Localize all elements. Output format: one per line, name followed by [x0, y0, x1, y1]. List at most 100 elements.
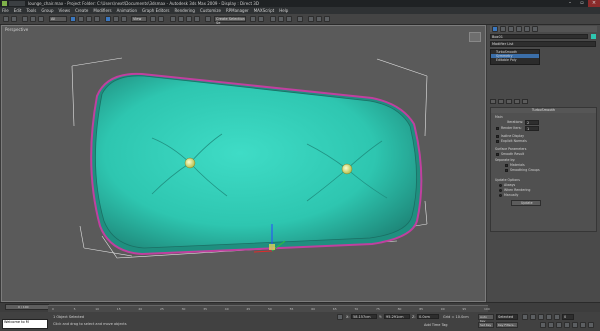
object-name-field[interactable]: Box01	[490, 34, 588, 39]
reference-coordinate-dropdown[interactable]: View	[131, 16, 147, 22]
smooth-result-checkbox[interactable]	[496, 153, 499, 156]
window-crossing-icon[interactable]	[94, 16, 100, 22]
play-icon[interactable]	[538, 314, 544, 320]
materials-checkbox[interactable]	[505, 164, 508, 167]
edit-named-selection-icon[interactable]	[205, 16, 211, 22]
manually-radio[interactable]	[499, 194, 502, 197]
motion-tab-icon[interactable]	[516, 26, 522, 32]
schematic-view-icon[interactable]	[286, 16, 292, 22]
maximize-viewport-icon[interactable]	[588, 322, 594, 328]
menu-modifiers[interactable]: Modifiers	[93, 8, 111, 13]
iterations-spinner[interactable]: 2	[525, 120, 539, 125]
unlink-icon[interactable]	[30, 16, 36, 22]
z-coordinate-field[interactable]: 0.0cm	[417, 314, 439, 319]
display-tab-icon[interactable]	[524, 26, 530, 32]
configure-modifier-sets-button[interactable]	[522, 99, 528, 104]
show-end-result-button[interactable]	[498, 99, 504, 104]
utilities-tab-icon[interactable]	[532, 26, 538, 32]
menu-file[interactable]: File	[2, 8, 9, 13]
manipulate-icon[interactable]	[158, 16, 164, 22]
maximize-icon[interactable]: ▫	[576, 0, 588, 7]
object-color-swatch[interactable]	[591, 34, 596, 39]
go-to-start-icon[interactable]	[522, 314, 528, 320]
select-object-icon[interactable]	[70, 16, 76, 22]
select-by-name-icon[interactable]	[78, 16, 84, 22]
select-and-scale-icon[interactable]	[121, 16, 127, 22]
render-iters-checkbox[interactable]	[496, 127, 499, 130]
menu-rpmanager[interactable]: RPManager	[226, 8, 249, 13]
update-button[interactable]: Update	[511, 200, 541, 206]
current-frame-field[interactable]: 0	[562, 314, 574, 320]
tuft-button-right[interactable]	[341, 163, 353, 175]
hierarchy-tab-icon[interactable]	[508, 26, 514, 32]
menu-help[interactable]: Help	[279, 8, 288, 13]
selection-filter-dropdown[interactable]: All	[49, 16, 67, 22]
minimize-icon[interactable]: –	[564, 0, 576, 7]
always-radio[interactable]	[499, 184, 502, 187]
menu-animation[interactable]: Animation	[117, 8, 137, 13]
named-selection-dropdown[interactable]: Create Selection Se	[214, 16, 246, 25]
menu-customize[interactable]: Customize	[200, 8, 221, 13]
redo-icon[interactable]	[11, 16, 17, 22]
menu-edit[interactable]: Edit	[14, 8, 22, 13]
smoothing-groups-checkbox[interactable]	[505, 169, 508, 172]
when-rendering-radio[interactable]	[499, 189, 502, 192]
menu-group[interactable]: Group	[41, 8, 53, 13]
make-unique-button[interactable]	[506, 99, 512, 104]
layer-manager-icon[interactable]	[270, 16, 276, 22]
snaps-toggle-icon[interactable]	[170, 16, 176, 22]
menu-tools[interactable]: Tools	[26, 8, 36, 13]
remove-modifier-button[interactable]	[514, 99, 520, 104]
time-slider[interactable]: 0 / 100	[5, 304, 49, 310]
material-editor-icon[interactable]	[297, 16, 303, 22]
maxscript-listener[interactable]: Welcome to M	[2, 319, 48, 329]
isoline-display-checkbox[interactable]	[496, 135, 499, 138]
bind-space-warp-icon[interactable]	[38, 16, 44, 22]
rollout-title[interactable]: TurboSmooth	[491, 108, 596, 113]
perspective-viewport[interactable]: Perspective	[1, 25, 486, 302]
previous-frame-icon[interactable]	[530, 314, 536, 320]
tuft-button-left[interactable]	[184, 157, 196, 169]
menu-views[interactable]: Views	[59, 8, 71, 13]
quick-access-icons[interactable]	[9, 1, 25, 6]
rectangular-selection-icon[interactable]	[86, 16, 92, 22]
pivot-center-icon[interactable]	[150, 16, 156, 22]
key-mode-dropdown[interactable]: Selected	[496, 314, 518, 320]
key-filters-button[interactable]: Key Filters...	[496, 322, 518, 328]
orbit-icon[interactable]	[580, 322, 586, 328]
curve-editor-icon[interactable]	[278, 16, 284, 22]
go-to-end-icon[interactable]	[554, 314, 560, 320]
pin-stack-button[interactable]	[490, 99, 496, 104]
set-key-button[interactable]: Set Key	[478, 322, 494, 328]
app-logo-icon[interactable]	[2, 1, 7, 6]
pan-view-icon[interactable]	[572, 322, 578, 328]
x-coordinate-field[interactable]: 58.157cm	[351, 314, 377, 319]
quick-render-icon[interactable]	[324, 16, 330, 22]
stack-item-editable-poly[interactable]: Editable Poly	[491, 58, 539, 62]
angle-snap-icon[interactable]	[178, 16, 184, 22]
align-icon[interactable]	[258, 16, 264, 22]
menu-graph-editors[interactable]: Graph Editors	[142, 8, 169, 13]
select-and-move-icon[interactable]	[105, 16, 111, 22]
lock-selection-icon[interactable]	[337, 314, 343, 320]
select-and-rotate-icon[interactable]	[113, 16, 119, 22]
render-setup-icon[interactable]	[308, 16, 314, 22]
add-time-tag[interactable]: Add Time Tag	[424, 323, 448, 327]
menu-create[interactable]: Create	[75, 8, 88, 13]
rendered-frame-window-icon[interactable]	[316, 16, 322, 22]
render-iters-spinner[interactable]: 1	[525, 126, 539, 131]
mirror-icon[interactable]	[250, 16, 256, 22]
modifier-list-dropdown[interactable]: Modifier List	[490, 41, 596, 47]
zoom-all-icon[interactable]	[548, 322, 554, 328]
menu-rendering[interactable]: Rendering	[175, 8, 195, 13]
cushion-mesh[interactable]	[95, 75, 417, 249]
undo-icon[interactable]	[3, 16, 9, 22]
menu-maxscript[interactable]: MAXScript	[254, 8, 275, 13]
auto-key-button[interactable]: Auto Key	[478, 314, 494, 323]
modify-tab-icon[interactable]	[500, 26, 506, 32]
next-frame-icon[interactable]	[546, 314, 552, 320]
close-icon[interactable]: ×	[588, 0, 600, 7]
field-of-view-icon[interactable]	[564, 322, 570, 328]
explicit-normals-checkbox[interactable]	[496, 140, 499, 143]
viewcube-icon[interactable]	[469, 32, 481, 42]
